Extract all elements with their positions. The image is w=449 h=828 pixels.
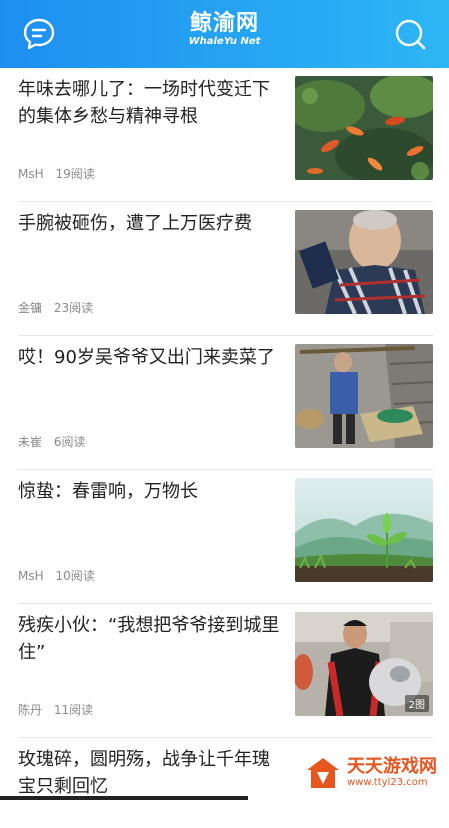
article-reads: 23阅读 (53, 301, 94, 315)
article-title[interactable]: 哎！90岁吴爷爷又出门来卖菜了 (18, 344, 283, 371)
article-meta: 金镛 23阅读 (18, 299, 101, 316)
article-thumbnail[interactable] (295, 210, 433, 314)
article-meta: MsH 19阅读 (18, 165, 103, 182)
brand-subtitle: WhaleYu Net (188, 36, 261, 47)
scroll-indicator (0, 796, 248, 800)
article-meta: 陈丹 11阅读 (18, 701, 101, 718)
article-reads: 19阅读 (55, 167, 95, 181)
article-reads: 11阅读 (53, 703, 94, 717)
vegetable-seller-image (295, 344, 433, 448)
article-author: MsH (18, 167, 44, 181)
article-thumbnail[interactable] (295, 478, 433, 582)
article-thumbnail[interactable] (295, 344, 433, 448)
watermark-title: 天天游戏网 (347, 756, 437, 777)
article-feed: 年味去哪儿了：一场时代变迁下的集体乡愁与精神寻根 MsH 19阅读 手腕被砸伤，… (0, 68, 449, 828)
article-title[interactable]: 惊蛰：春雷响，万物长 (18, 478, 283, 505)
sprout-mountains-image (295, 478, 433, 582)
article-reads: 6阅读 (53, 435, 86, 449)
search-button[interactable] (393, 17, 427, 51)
article-item[interactable]: 残疾小伙：“我想把爷爷接到城里住” 陈丹 11阅读 2图 (18, 604, 433, 738)
article-author: 陈丹 (18, 703, 43, 717)
article-author: MsH (18, 569, 44, 583)
image-count-badge: 2图 (404, 695, 429, 712)
article-item[interactable]: 手腕被砸伤，遭了上万医疗费 金镛 23阅读 (18, 202, 433, 336)
article-item[interactable]: 惊蛰：春雷响，万物长 MsH 10阅读 (18, 470, 433, 604)
article-author: 未崔 (18, 435, 43, 449)
koi-pond-image (295, 76, 433, 180)
article-title[interactable]: 残疾小伙：“我想把爷爷接到城里住” (18, 612, 283, 666)
article-title[interactable]: 年味去哪儿了：一场时代变迁下的集体乡愁与精神寻根 (18, 76, 283, 130)
article-meta: MsH 10阅读 (18, 567, 103, 584)
watermark-url: www.ttyl23.com (347, 777, 428, 788)
search-icon (395, 19, 426, 50)
article-item[interactable]: 年味去哪儿了：一场时代变迁下的集体乡愁与精神寻根 MsH 19阅读 (18, 68, 433, 202)
article-meta: 未崔 6阅读 (18, 433, 93, 450)
article-title[interactable]: 玫瑰碎，圆明殇，战争让千年瑰宝只剩回忆 (18, 746, 283, 800)
article-reads: 10阅读 (55, 569, 95, 583)
brand-name: 鲸渝网 (189, 11, 259, 36)
article-author: 金镛 (18, 301, 43, 315)
article-item[interactable]: 哎！90岁吴爷爷又出门来卖菜了 未崔 6阅读 (18, 336, 433, 470)
app-header: 鲸渝网 WhaleYu Net (0, 0, 449, 68)
elderly-man-image (295, 210, 433, 314)
article-thumbnail[interactable]: 2图 (295, 612, 433, 716)
brand-logo: 鲸渝网 WhaleYu Net (0, 12, 449, 48)
game-house-icon (307, 758, 339, 788)
article-thumbnail[interactable] (295, 76, 433, 180)
watermark: 天天游戏网 www.ttyl23.com (299, 752, 443, 794)
article-title[interactable]: 手腕被砸伤，遭了上万医疗费 (18, 210, 283, 237)
